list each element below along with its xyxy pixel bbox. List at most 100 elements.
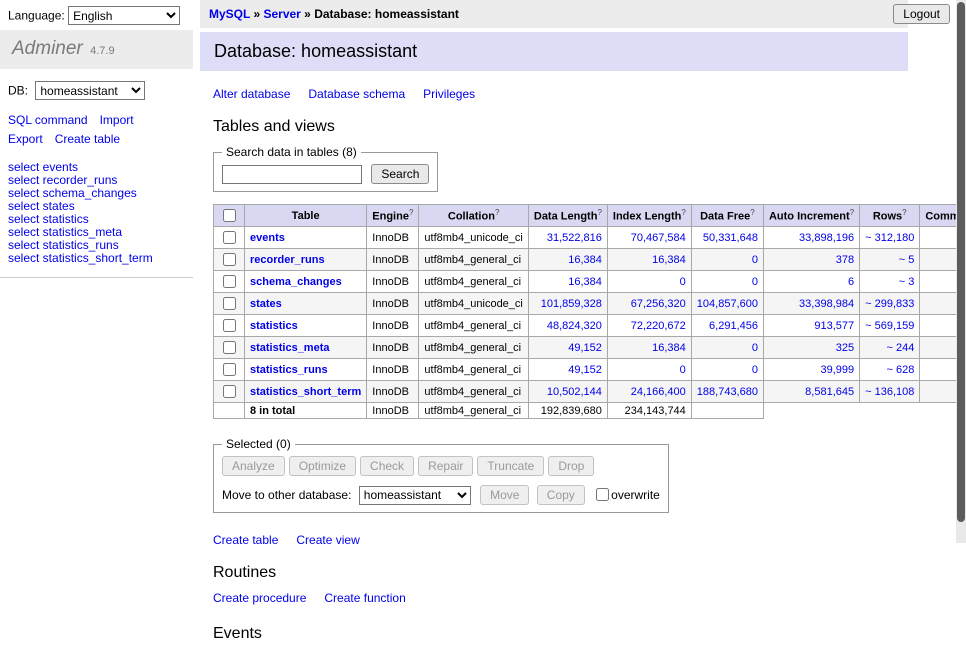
scrollbar[interactable] bbox=[956, 0, 966, 543]
index-length-link[interactable]: 16,384 bbox=[652, 342, 686, 354]
rows-link[interactable]: ~ 244 bbox=[887, 342, 915, 354]
collation-cell: utf8mb4_general_ci bbox=[419, 359, 528, 381]
link-create-procedure[interactable]: Create procedure bbox=[213, 591, 306, 605]
table-link-events[interactable]: events bbox=[250, 232, 285, 244]
row-checkbox[interactable] bbox=[223, 253, 236, 266]
index-length-link[interactable]: 72,220,672 bbox=[631, 320, 686, 332]
index-length-link[interactable]: 16,384 bbox=[652, 254, 686, 266]
auto-increment-link[interactable]: 8,581,645 bbox=[805, 386, 854, 398]
row-checkbox[interactable] bbox=[223, 363, 236, 376]
data-free-link[interactable]: 0 bbox=[752, 364, 758, 376]
auto-increment-link[interactable]: 913,577 bbox=[814, 320, 854, 332]
link-select-statistics-short-term[interactable]: select statistics_short_term bbox=[8, 252, 193, 265]
overwrite-option[interactable]: overwrite bbox=[596, 488, 660, 502]
table-link-states[interactable]: states bbox=[250, 298, 282, 310]
scrollbar-thumb[interactable] bbox=[957, 2, 965, 522]
data-free-link[interactable]: 6,291,456 bbox=[709, 320, 758, 332]
link-create-function[interactable]: Create function bbox=[324, 591, 405, 605]
help-link[interactable]: ? bbox=[681, 208, 685, 217]
search-button[interactable]: Search bbox=[371, 164, 429, 184]
button-check[interactable]: Check bbox=[360, 456, 414, 476]
link-create-table[interactable]: Create table bbox=[213, 533, 278, 547]
link-privileges[interactable]: Privileges bbox=[423, 87, 475, 101]
rows-link[interactable]: ~ 136,108 bbox=[865, 386, 914, 398]
row-checkbox[interactable] bbox=[223, 297, 236, 310]
help-link[interactable]: ? bbox=[850, 208, 854, 217]
breadcrumb-link-mysql[interactable]: MySQL bbox=[209, 7, 250, 21]
move-button[interactable]: Move bbox=[480, 485, 529, 505]
row-checkbox[interactable] bbox=[223, 231, 236, 244]
data-length-link[interactable]: 31,522,816 bbox=[547, 232, 602, 244]
auto-increment-link[interactable]: 325 bbox=[836, 342, 854, 354]
auto-increment-link[interactable]: 378 bbox=[836, 254, 854, 266]
data-length-link[interactable]: 48,824,320 bbox=[547, 320, 602, 332]
data-free-link[interactable]: 0 bbox=[752, 342, 758, 354]
button-analyze[interactable]: Analyze bbox=[222, 456, 285, 476]
rows-link[interactable]: ~ 312,180 bbox=[865, 232, 914, 244]
copy-button[interactable]: Copy bbox=[537, 485, 585, 505]
link-create-view[interactable]: Create view bbox=[296, 533, 359, 547]
logout-button[interactable]: Logout bbox=[893, 4, 950, 24]
button-repair[interactable]: Repair bbox=[418, 456, 473, 476]
data-length-link[interactable]: 16,384 bbox=[568, 276, 602, 288]
help-link[interactable]: ? bbox=[902, 208, 906, 217]
data-length-link[interactable]: 49,152 bbox=[568, 342, 602, 354]
table-link-statistics-meta[interactable]: statistics_meta bbox=[250, 342, 330, 354]
db-select[interactable]: homeassistant bbox=[35, 81, 145, 100]
rows-link[interactable]: ~ 5 bbox=[899, 254, 915, 266]
sidebar-action-create-table[interactable]: Create table bbox=[55, 132, 120, 146]
table-total-row: 8 in totalInnoDButf8mb4_general_ci192,83… bbox=[214, 403, 966, 419]
data-free-link[interactable]: 0 bbox=[752, 254, 758, 266]
data-length-link[interactable]: 10,502,144 bbox=[547, 386, 602, 398]
help-link[interactable]: ? bbox=[750, 208, 754, 217]
rows-link[interactable]: ~ 569,159 bbox=[865, 320, 914, 332]
sidebar-action-sql-command[interactable]: SQL command bbox=[8, 113, 88, 127]
check-all-checkbox[interactable] bbox=[223, 209, 236, 222]
table-link-statistics-short-term[interactable]: statistics_short_term bbox=[250, 386, 361, 398]
link-database-schema[interactable]: Database schema bbox=[308, 87, 405, 101]
sidebar-action-export[interactable]: Export bbox=[8, 132, 43, 146]
button-truncate[interactable]: Truncate bbox=[477, 456, 544, 476]
help-link[interactable]: ? bbox=[597, 208, 601, 217]
rows-link[interactable]: ~ 299,833 bbox=[865, 298, 914, 310]
index-length-link[interactable]: 67,256,320 bbox=[631, 298, 686, 310]
language-select[interactable]: English bbox=[68, 6, 180, 25]
help-link[interactable]: ? bbox=[495, 208, 499, 217]
data-length-link[interactable]: 101,859,328 bbox=[541, 298, 602, 310]
data-free-link[interactable]: 188,743,680 bbox=[697, 386, 758, 398]
move-db-select[interactable]: homeassistant bbox=[359, 486, 471, 505]
search-input[interactable] bbox=[222, 165, 362, 184]
data-length-link[interactable]: 16,384 bbox=[568, 254, 602, 266]
help-link[interactable]: ? bbox=[409, 208, 413, 217]
auto-increment-link[interactable]: 39,999 bbox=[820, 364, 854, 376]
row-checkbox[interactable] bbox=[223, 319, 236, 332]
data-free-cell: 188,743,680 bbox=[691, 381, 763, 403]
data-free-link[interactable]: 0 bbox=[752, 276, 758, 288]
table-link-statistics[interactable]: statistics bbox=[250, 320, 298, 332]
row-checkbox[interactable] bbox=[223, 341, 236, 354]
row-checkbox[interactable] bbox=[223, 385, 236, 398]
button-drop[interactable]: Drop bbox=[548, 456, 594, 476]
index-length-link[interactable]: 70,467,584 bbox=[631, 232, 686, 244]
index-length-link[interactable]: 24,166,400 bbox=[631, 386, 686, 398]
data-length-link[interactable]: 49,152 bbox=[568, 364, 602, 376]
index-length-link[interactable]: 0 bbox=[680, 364, 686, 376]
overwrite-checkbox[interactable] bbox=[596, 488, 609, 501]
auto-increment-link[interactable]: 33,898,196 bbox=[799, 232, 854, 244]
sidebar-action-import[interactable]: Import bbox=[100, 113, 134, 127]
data-free-link[interactable]: 50,331,648 bbox=[703, 232, 758, 244]
auto-increment-link[interactable]: 6 bbox=[848, 276, 854, 288]
table-link-recorder-runs[interactable]: recorder_runs bbox=[250, 254, 325, 266]
table-link-schema-changes[interactable]: schema_changes bbox=[250, 276, 342, 288]
breadcrumb-link-server[interactable]: Server bbox=[263, 7, 300, 21]
rows-link[interactable]: ~ 628 bbox=[887, 364, 915, 376]
auto-increment-link[interactable]: 33,398,984 bbox=[799, 298, 854, 310]
rows-link[interactable]: ~ 3 bbox=[899, 276, 915, 288]
index-length-link[interactable]: 0 bbox=[680, 276, 686, 288]
button-optimize[interactable]: Optimize bbox=[289, 456, 356, 476]
app-version: 4.7.9 bbox=[90, 45, 114, 57]
row-checkbox[interactable] bbox=[223, 275, 236, 288]
table-link-statistics-runs[interactable]: statistics_runs bbox=[250, 364, 328, 376]
data-free-link[interactable]: 104,857,600 bbox=[697, 298, 758, 310]
link-alter-database[interactable]: Alter database bbox=[213, 87, 290, 101]
